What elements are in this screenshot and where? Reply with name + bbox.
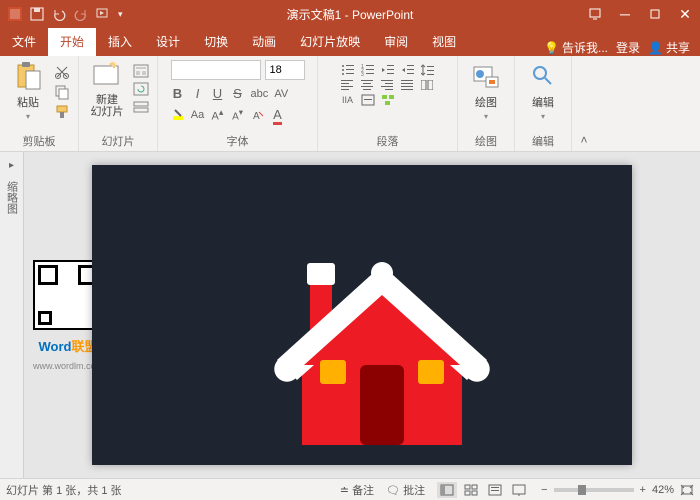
drawing-icon xyxy=(470,60,502,92)
redo-icon[interactable] xyxy=(74,7,88,21)
window-title: 演示文稿1 - PowerPoint xyxy=(287,6,414,23)
zoom-out-button[interactable]: − xyxy=(541,484,547,496)
slide-counter: 幻灯片 第 1 张，共 1 张 xyxy=(6,482,122,498)
save-icon[interactable] xyxy=(30,7,44,21)
editing-button[interactable]: 编辑 ▾ xyxy=(523,60,563,121)
char-spacing-button[interactable]: AV xyxy=(274,88,288,100)
paste-button[interactable]: 粘贴 ▾ xyxy=(8,60,48,121)
paste-icon xyxy=(12,60,44,92)
slide-canvas[interactable] xyxy=(92,165,632,465)
lightbulb-icon: 💡 xyxy=(544,41,559,55)
tab-animations[interactable]: 动画 xyxy=(240,27,288,56)
font-family-combo[interactable] xyxy=(171,60,261,80)
qat-dropdown-icon[interactable]: ▾ xyxy=(118,9,123,20)
group-font-label: 字体 xyxy=(227,133,249,149)
smartart-button[interactable] xyxy=(381,94,395,106)
maximize-icon[interactable] xyxy=(640,0,670,28)
tab-view[interactable]: 视图 xyxy=(420,27,468,56)
copy-icon[interactable] xyxy=(54,84,70,100)
expand-thumbnails-icon[interactable]: ▸ xyxy=(9,160,14,171)
group-slides-label: 幻灯片 xyxy=(102,133,135,149)
font-size-combo[interactable]: 18 xyxy=(265,60,305,80)
svg-text:3: 3 xyxy=(361,72,364,76)
change-case-button[interactable]: Aa xyxy=(191,109,205,121)
house-graphic xyxy=(92,165,632,465)
increase-font-button[interactable]: A▴ xyxy=(211,107,225,123)
align-center-button[interactable] xyxy=(361,80,375,90)
start-from-beginning-icon[interactable] xyxy=(96,7,110,21)
sign-in[interactable]: 登录 xyxy=(616,39,640,56)
bullets-button[interactable] xyxy=(341,64,355,76)
numbering-button[interactable]: 123 xyxy=(361,64,375,76)
text-direction-button[interactable]: IIA xyxy=(341,94,355,106)
reset-icon[interactable] xyxy=(133,82,149,96)
share-button[interactable]: 👤共享 xyxy=(648,39,690,56)
collapse-ribbon-icon[interactable]: ˄ xyxy=(572,56,596,151)
undo-icon[interactable] xyxy=(52,7,66,21)
thumbnails-label: 缩略图 xyxy=(4,181,20,214)
underline-button[interactable]: U xyxy=(211,86,225,101)
tab-transitions[interactable]: 切换 xyxy=(192,27,240,56)
bold-button[interactable]: B xyxy=(171,86,185,101)
align-right-button[interactable] xyxy=(381,80,395,90)
drawing-button[interactable]: 绘图 ▾ xyxy=(466,60,506,121)
minimize-icon[interactable]: ─ xyxy=(610,0,640,28)
normal-view-icon[interactable] xyxy=(437,482,457,498)
close-icon[interactable]: ✕ xyxy=(670,0,700,28)
tab-design[interactable]: 设计 xyxy=(144,27,192,56)
fit-window-icon[interactable] xyxy=(680,484,694,496)
notes-button[interactable]: ≐ 备注 xyxy=(340,482,374,498)
new-slide-icon xyxy=(91,60,123,92)
columns-button[interactable] xyxy=(421,80,435,90)
new-slide-button[interactable]: 新建 幻灯片 xyxy=(87,60,127,118)
decrease-font-button[interactable]: A▾ xyxy=(231,107,245,122)
align-left-button[interactable] xyxy=(341,80,355,90)
group-editing-label: 编辑 xyxy=(532,133,554,149)
zoom-in-button[interactable]: + xyxy=(640,484,646,496)
tab-file[interactable]: 文件 xyxy=(0,27,48,56)
app-icon xyxy=(8,7,22,21)
increase-indent-button[interactable] xyxy=(401,64,415,76)
tell-me[interactable]: 💡告诉我... xyxy=(544,39,608,56)
cut-icon[interactable] xyxy=(54,64,70,80)
tab-insert[interactable]: 插入 xyxy=(96,27,144,56)
sorter-view-icon[interactable] xyxy=(461,482,481,498)
font-color-button[interactable]: A xyxy=(271,107,285,122)
group-drawing-label: 绘图 xyxy=(475,133,497,149)
group-paragraph-label: 段落 xyxy=(377,133,399,149)
comments-button[interactable]: 🗨 批注 xyxy=(386,482,425,498)
justify-button[interactable] xyxy=(401,80,415,90)
reading-view-icon[interactable] xyxy=(485,482,505,498)
tab-slideshow[interactable]: 幻灯片放映 xyxy=(288,27,372,56)
decrease-indent-button[interactable] xyxy=(381,64,395,76)
line-spacing-button[interactable] xyxy=(421,64,435,76)
zoom-slider[interactable] xyxy=(554,488,634,492)
share-icon: 👤 xyxy=(648,41,663,55)
group-clipboard-label: 剪贴板 xyxy=(23,133,56,149)
ribbon-options-icon[interactable] xyxy=(580,0,610,28)
section-icon[interactable] xyxy=(133,100,149,114)
slideshow-view-icon[interactable] xyxy=(509,482,529,498)
highlight-button[interactable] xyxy=(171,108,185,122)
shadow-button[interactable]: abc xyxy=(251,88,269,100)
format-painter-icon[interactable] xyxy=(54,104,70,120)
strike-button[interactable]: S xyxy=(231,86,245,101)
find-icon xyxy=(527,60,559,92)
align-text-button[interactable] xyxy=(361,94,375,106)
clear-format-button[interactable]: A xyxy=(251,108,265,122)
svg-text:IIA: IIA xyxy=(342,95,353,105)
tab-home[interactable]: 开始 xyxy=(48,27,96,56)
tab-review[interactable]: 审阅 xyxy=(372,27,420,56)
zoom-level[interactable]: 42% xyxy=(652,484,674,496)
italic-button[interactable]: I xyxy=(191,86,205,101)
layout-icon[interactable] xyxy=(133,64,149,78)
